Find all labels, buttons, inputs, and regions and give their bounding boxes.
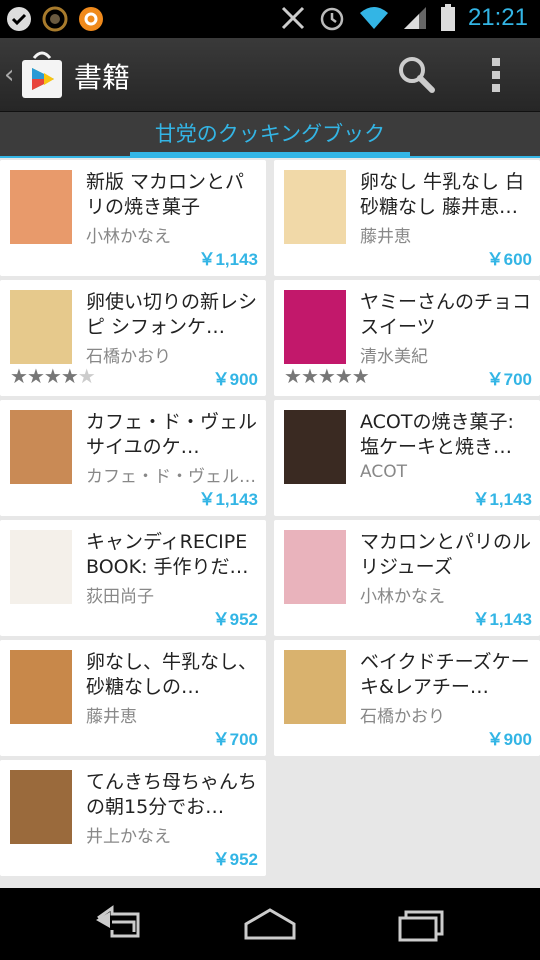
book-author: 小林かなえ — [360, 587, 445, 607]
book-card[interactable]: カフェ・ド・ヴェルサイユのケ… カフェ・ド・ヴェル… ￥1,143 — [0, 400, 266, 516]
book-title: マカロンとパリのルリジューズ — [360, 531, 532, 578]
book-card[interactable]: 卵使い切りの新レシピ シフォンケ… 石橋かおり ★★★★★ ￥900 — [0, 280, 266, 396]
play-store-icon[interactable] — [18, 50, 66, 100]
book-price-button[interactable]: ￥1,143 — [198, 485, 258, 510]
book-cover — [10, 650, 72, 724]
book-title: ヤミーさんのチョコスイーツ — [360, 291, 532, 338]
book-price-button[interactable]: ￥900 — [213, 365, 258, 390]
book-cover — [10, 410, 72, 484]
star-icon: ★ — [77, 364, 96, 388]
book-price-button[interactable]: ￥600 — [487, 245, 532, 270]
overflow-menu-icon[interactable] — [484, 56, 508, 94]
book-title: 新版 マカロンとパリの焼き菓子 — [86, 171, 245, 218]
navigation-bar — [0, 888, 540, 960]
star-icon: ★ — [10, 364, 28, 388]
book-title: ACOTの焼き菓子: 塩ケーキと焼き… — [360, 411, 514, 458]
book-cover — [284, 410, 346, 484]
book-cover — [284, 290, 346, 364]
book-price-button[interactable]: ￥700 — [487, 365, 532, 390]
list-bottom — [0, 880, 540, 888]
app-icon — [79, 7, 103, 31]
tab-strip: 甘党のクッキングブック — [0, 112, 540, 158]
search-icon[interactable] — [396, 54, 436, 94]
book-author: 井上かなえ — [86, 827, 171, 847]
book-list[interactable]: 新版 マカロンとパリの焼き菓子小林かなえ ￥1,143 卵なし 牛乳なし 白砂糖なし… — [0, 158, 540, 888]
book-author: カフェ・ド・ヴェル… — [86, 467, 256, 487]
up-caret-icon[interactable]: ‹ — [4, 60, 14, 90]
book-card[interactable]: ヤミーさんのチョコスイーツ 清水美紀 ★★★★★ ￥700 — [274, 280, 540, 396]
tab-sweet-cooking-books[interactable]: 甘党のクッキングブック — [130, 118, 410, 148]
book-price-button[interactable]: ￥952 — [213, 845, 258, 870]
book-author: 石橋かおり — [86, 347, 171, 367]
book-card[interactable]: 新版 マカロンとパリの焼き菓子小林かなえ ￥1,143 — [0, 160, 266, 276]
star-icon: ★ — [26, 364, 45, 388]
book-author: 清水美紀 — [360, 347, 428, 367]
book-title: 卵なし 牛乳なし 白砂糖なし 藤井恵… — [360, 171, 525, 218]
star-icon: ★ — [60, 364, 79, 388]
status-bar: 21:21 — [0, 0, 540, 38]
book-author: 藤井恵 — [86, 707, 137, 727]
signal-icon — [403, 7, 426, 29]
book-title: てんきち母ちゃんちの朝15分でお… — [86, 771, 258, 818]
home-icon[interactable] — [240, 904, 300, 944]
book-price-button[interactable]: ￥900 — [487, 725, 532, 750]
rating-stars: ★★★★★ — [10, 364, 96, 388]
book-cover — [10, 770, 72, 844]
book-cover — [10, 170, 72, 244]
star-icon: ★ — [351, 364, 370, 388]
book-title: 卵使い切りの新レシピ シフォンケ… — [86, 291, 258, 338]
book-cover — [10, 530, 72, 604]
battery-icon — [440, 4, 455, 31]
book-cover — [284, 650, 346, 724]
nfc-icon — [281, 6, 304, 30]
book-cover — [10, 290, 72, 364]
notification-icons — [6, 6, 104, 32]
book-title: キャンディRECIPE BOOK: 手作りだ… — [86, 531, 249, 578]
alarm-icon — [320, 7, 344, 31]
book-price-button[interactable]: ￥1,143 — [472, 605, 532, 630]
star-icon: ★ — [317, 364, 336, 388]
clock: 21:21 — [467, 4, 528, 31]
book-card[interactable]: キャンディRECIPE BOOK: 手作りだ… 荻田尚子 ￥952 — [0, 520, 266, 636]
book-author: 石橋かおり — [360, 707, 445, 727]
book-author: 藤井恵 — [360, 227, 411, 247]
wifi-icon — [359, 7, 388, 29]
book-card[interactable]: 卵なし、牛乳なし、砂糖なしの… 藤井恵 ￥700 — [0, 640, 266, 756]
book-card[interactable]: ベイクドチーズケーキ&レアチー… 石橋かおり ￥900 — [274, 640, 540, 756]
star-icon: ★ — [284, 364, 302, 388]
book-price-button[interactable]: ￥952 — [213, 605, 258, 630]
back-icon[interactable] — [90, 904, 150, 944]
book-cover — [284, 530, 346, 604]
book-title: カフェ・ド・ヴェルサイユのケ… — [86, 411, 258, 458]
check-icon — [7, 7, 31, 31]
book-price-button[interactable]: ￥700 — [213, 725, 258, 750]
action-bar: ‹ 書籍 — [0, 38, 540, 112]
rating-stars: ★★★★★ — [284, 364, 370, 388]
star-icon: ★ — [300, 364, 319, 388]
star-icon: ★ — [43, 364, 62, 388]
book-author: 荻田尚子 — [86, 587, 154, 607]
book-price-button[interactable]: ￥1,143 — [198, 245, 258, 270]
star-icon: ★ — [334, 364, 353, 388]
recent-apps-icon[interactable] — [390, 904, 450, 944]
book-price-button[interactable]: ￥1,143 — [472, 485, 532, 510]
book-card[interactable]: マカロンとパリのルリジューズ小林かなえ ￥1,143 — [274, 520, 540, 636]
page-title: 書籍 — [74, 61, 131, 94]
book-card[interactable]: ACOTの焼き菓子: 塩ケーキと焼き… ACOT ￥1,143 — [274, 400, 540, 516]
book-cover — [284, 170, 346, 244]
book-card[interactable]: 卵なし 牛乳なし 白砂糖なし 藤井恵… 藤井恵 ￥600 — [274, 160, 540, 276]
book-author: 小林かなえ — [86, 227, 171, 247]
book-title: ベイクドチーズケーキ&レアチー… — [360, 651, 530, 698]
book-author: ACOT — [360, 462, 407, 482]
book-title: 卵なし、牛乳なし、砂糖なしの… — [86, 651, 258, 698]
book-card[interactable]: てんきち母ちゃんちの朝15分でお… 井上かなえ ￥952 — [0, 760, 266, 876]
vpn-icon — [42, 6, 68, 32]
